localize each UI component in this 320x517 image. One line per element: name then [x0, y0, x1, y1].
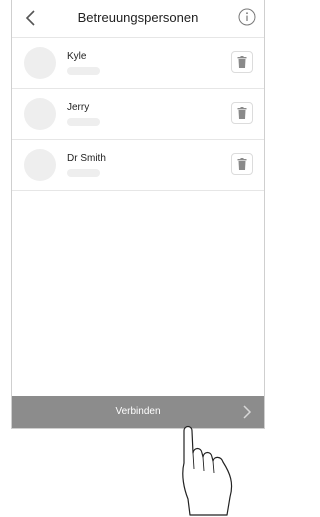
contact-name: Kyle: [67, 51, 87, 62]
trash-icon: [237, 158, 247, 170]
app-screen: Betreuungspersonen Kyle Jerry Dr Smith V…: [11, 0, 265, 429]
chevron-right-icon: [243, 405, 252, 419]
info-icon[interactable]: [238, 8, 256, 26]
hand-pointer-icon: [182, 425, 233, 516]
trash-icon: [237, 107, 247, 119]
caregiver-list: Kyle Jerry Dr Smith: [12, 37, 264, 191]
contact-name: Jerry: [67, 102, 90, 113]
list-item[interactable]: Kyle: [12, 37, 264, 88]
avatar: [24, 98, 56, 130]
contact-name: Dr Smith: [67, 153, 106, 164]
header: Betreuungspersonen: [12, 0, 264, 36]
contact-detail-placeholder: [67, 118, 100, 126]
page-title: Betreuungspersonen: [77, 10, 199, 25]
trash-icon: [237, 56, 247, 68]
contact-detail-placeholder: [67, 169, 100, 177]
contact-detail-placeholder: [67, 67, 100, 75]
list-item[interactable]: Dr Smith: [12, 139, 264, 191]
avatar: [24, 47, 56, 79]
delete-button[interactable]: [231, 102, 253, 124]
list-item[interactable]: Jerry: [12, 88, 264, 139]
delete-button[interactable]: [231, 153, 253, 175]
avatar: [24, 149, 56, 181]
delete-button[interactable]: [231, 51, 253, 73]
connect-label: Verbinden: [115, 406, 161, 417]
